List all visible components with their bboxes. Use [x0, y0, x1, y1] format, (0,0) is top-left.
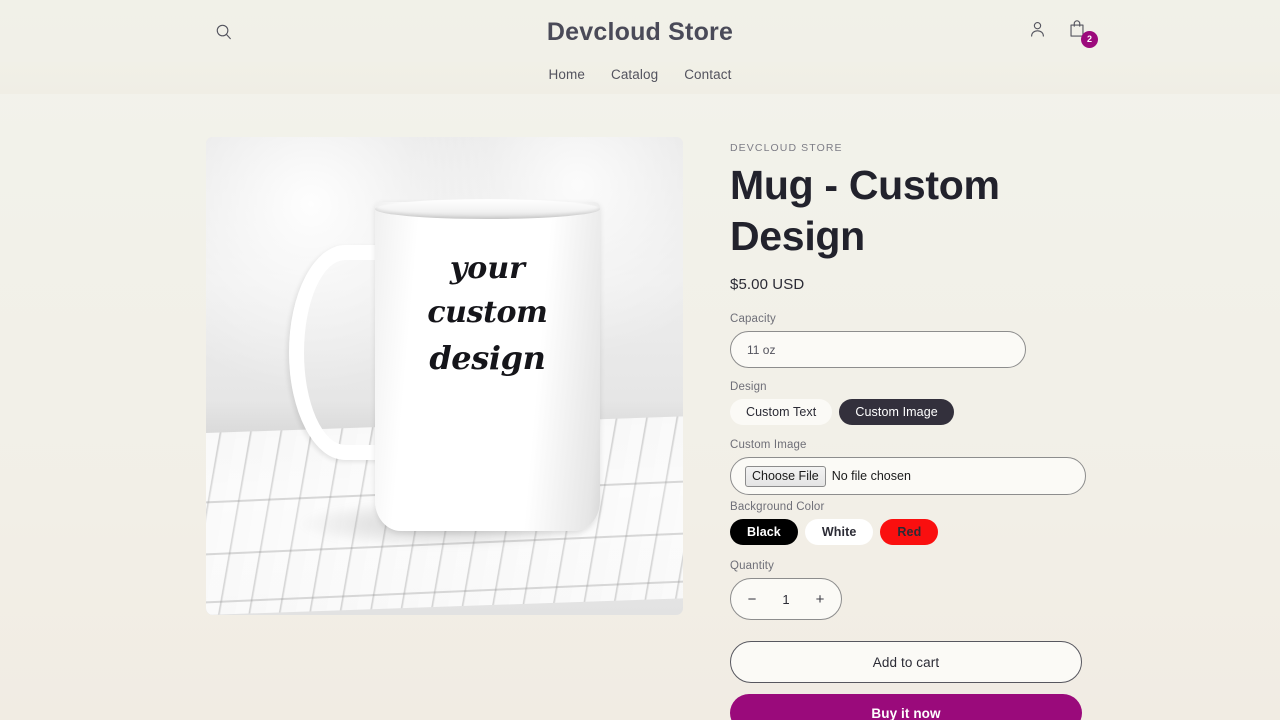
nav-item-home[interactable]: Home [549, 67, 585, 82]
capacity-label: Capacity [730, 313, 776, 325]
quantity-input[interactable] [768, 591, 804, 607]
mug-text-line-1: your [449, 250, 525, 286]
account-button[interactable] [1024, 15, 1050, 45]
product-media-column: your custom design [0, 137, 730, 720]
mug-text-line-3: design [429, 338, 546, 377]
quantity-increase-button[interactable]: + [805, 584, 835, 614]
custom-image-file-input[interactable]: Choose File No file chosen [730, 457, 1086, 495]
cart-button[interactable]: 2 [1064, 15, 1098, 48]
background-color-options: Black White Red [730, 519, 1130, 545]
capacity-select[interactable]: 11 oz [730, 331, 1026, 368]
product-page: your custom design DEVCLOUD STORE Mug - … [0, 94, 1280, 720]
header-actions: 2 [1024, 15, 1098, 48]
site-header: Devcloud Store 2 [0, 0, 1280, 62]
user-account-icon [1029, 20, 1046, 41]
choose-file-button[interactable]: Choose File [745, 465, 826, 487]
design-label: Design [730, 381, 767, 393]
design-option-custom-text[interactable]: Custom Text [730, 399, 833, 425]
product-image[interactable]: your custom design [206, 137, 683, 615]
design-option-custom-image[interactable]: Custom Image [839, 399, 954, 425]
quantity-stepper: − + [730, 578, 842, 620]
color-option-red[interactable]: Red [880, 519, 939, 545]
product-price: $5.00 USD [730, 276, 805, 293]
product-title: Mug - Custom Design [730, 162, 1000, 259]
color-option-white[interactable]: White [804, 519, 874, 545]
cart-count-badge: 2 [1081, 31, 1098, 48]
mug-photo: your custom design [206, 137, 683, 615]
product-vendor: DEVCLOUD STORE [730, 142, 843, 154]
design-options: Custom Text Custom Image [730, 399, 1130, 425]
color-option-black[interactable]: Black [730, 519, 798, 545]
add-to-cart-button[interactable]: Add to cart [730, 641, 1082, 683]
quantity-decrease-button[interactable]: − [737, 584, 767, 614]
nav-item-catalog[interactable]: Catalog [611, 67, 658, 82]
mug-text-line-2: custom [427, 294, 548, 330]
quantity-label: Quantity [730, 560, 775, 572]
product-info-column: DEVCLOUD STORE Mug - Custom Design $5.00… [730, 137, 1130, 720]
mug-rim [375, 199, 600, 220]
file-status-text: No file chosen [831, 469, 911, 483]
main-navigation: Home Catalog Contact [0, 62, 1280, 94]
custom-image-label: Custom Image [730, 439, 807, 451]
background-color-label: Background Color [730, 501, 825, 513]
mug-printed-text: your custom design [387, 247, 587, 381]
buy-it-now-button[interactable]: Buy it now [730, 694, 1082, 720]
nav-item-contact[interactable]: Contact [684, 67, 731, 82]
